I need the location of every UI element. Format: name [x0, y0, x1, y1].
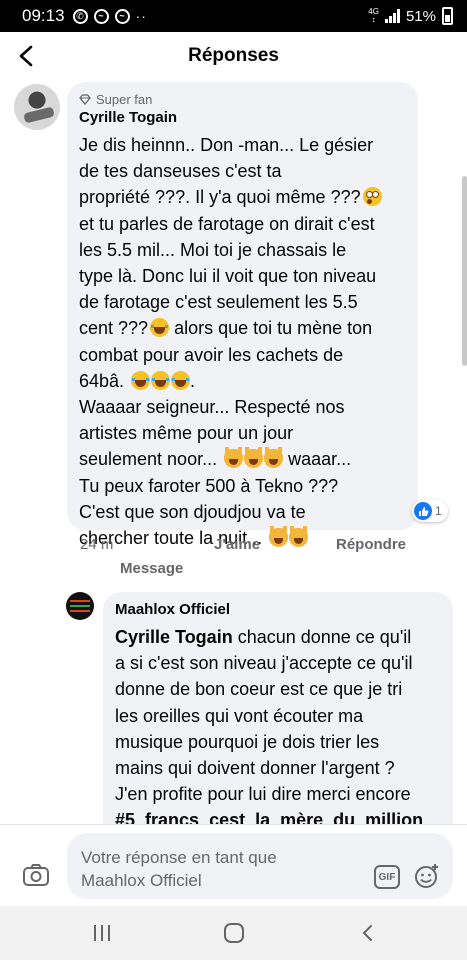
- comment-line: et tu parles de farotage on dirait c'est: [79, 213, 375, 234]
- recent-apps-button[interactable]: [94, 925, 114, 941]
- reply-line: les oreilles qui vont écouter ma: [115, 705, 364, 726]
- battery-percent: 51%: [405, 7, 436, 25]
- reply-button[interactable]: Répondre: [336, 536, 406, 553]
- avatar[interactable]: [14, 84, 60, 130]
- header: Réponses: [0, 32, 467, 80]
- avatar[interactable]: [66, 592, 94, 620]
- reply-composer: Votre réponse en tant que Maahlox Officie…: [0, 824, 467, 906]
- super-fan-badge: Super fan: [79, 90, 406, 108]
- comment-line: Tu peux faroter 500 à Tekno ???: [79, 475, 339, 496]
- comment-line: propriété ???. Il y'a quoi même ???: [79, 184, 406, 210]
- message-button[interactable]: Message: [120, 560, 183, 577]
- home-button[interactable]: [224, 923, 244, 943]
- reply-line: a si c'est son niveau j'accepte ce qu'il: [115, 653, 413, 674]
- more-dots-icon: ··: [135, 8, 147, 24]
- reply-line: J'en profite pour lui dire merci encore: [115, 784, 411, 805]
- messenger-icon: ~: [114, 8, 130, 24]
- reply-line: mains qui doivent donner l'argent ?: [115, 758, 395, 779]
- emoji-icon[interactable]: [414, 863, 440, 889]
- gif-button[interactable]: GIF: [374, 865, 400, 889]
- comment-line: cent ??? alors que toi tu mène ton: [79, 318, 373, 339]
- like-button[interactable]: J'aime: [214, 536, 260, 553]
- comment-line: de tes danseuses c'est ta: [79, 161, 282, 182]
- comment-time: 24 m: [80, 536, 114, 553]
- reply-line: Cyrille Togain chacun donne ce qu'il: [115, 627, 412, 647]
- comment-line: les 5.5 mil... Moi toi je chassais le: [79, 239, 347, 260]
- comment-text: Je dis heinnn.. Don -man... Le gésier de…: [79, 132, 406, 551]
- page-title: Réponses: [188, 45, 279, 66]
- comment-line: de farotage c'est seulement les 5.5: [79, 292, 358, 313]
- comment-line: C'est que son djoudjou va te: [79, 501, 306, 522]
- hashtag-link[interactable]: #5_francs_cest_la_mère_du_million: [115, 807, 441, 824]
- comment-line: type là. Donc lui il voit que ton niveau: [79, 266, 377, 287]
- reply-author[interactable]: Maahlox Officiel: [115, 601, 441, 621]
- notification-icons: ✆ ~ ~ ··: [72, 8, 147, 24]
- comment-author[interactable]: Cyrille Togain: [79, 109, 406, 129]
- cat-tears-of-joy-emoji-icon: [224, 447, 284, 469]
- network-type: 4G ↕: [368, 7, 379, 24]
- reaction-count: 1: [435, 504, 442, 518]
- comment-line: combat pour avoir les cachets de: [79, 344, 344, 365]
- diamond-icon: [79, 93, 91, 105]
- reply-input[interactable]: Votre réponse en tant que Maahlox Officie…: [67, 833, 453, 899]
- super-fan-label: Super fan: [96, 91, 153, 107]
- mention-link[interactable]: Cyrille Togain: [115, 627, 233, 647]
- comment-line: Je dis heinnn.. Don -man... Le gésier: [79, 135, 374, 155]
- signal-icon: [384, 9, 400, 23]
- reply-placeholder: Votre réponse en tant que Maahlox Officie…: [81, 848, 277, 890]
- back-nav-icon[interactable]: [358, 923, 378, 943]
- messenger-icon: ~: [93, 8, 109, 24]
- reaction-badge[interactable]: 1: [412, 500, 448, 522]
- reply-text: Cyrille Togain chacun donne ce qu'il a s…: [115, 624, 441, 824]
- whatsapp-icon: ✆: [72, 8, 88, 24]
- comment-line: seulement noor... waaar...: [79, 447, 352, 470]
- cat-tears-of-joy-emoji-icon: [269, 526, 309, 548]
- comment-bubble[interactable]: Super fan Cyrille Togain Je dis heinnn..…: [67, 82, 418, 548]
- camera-icon[interactable]: [22, 863, 50, 887]
- back-arrow-icon: [19, 45, 33, 67]
- back-button[interactable]: [12, 42, 40, 70]
- status-bar: 09:13 ✆ ~ ~ ·· 4G ↕ 51%: [0, 0, 467, 32]
- comment-line: Waaaar seigneur... Respecté nos: [79, 397, 345, 418]
- system-navigation-bar: [0, 906, 467, 960]
- tears-of-joy-emoji-icon: [131, 370, 191, 390]
- tears-of-joy-emoji-icon: [150, 318, 170, 338]
- reply-bubble[interactable]: Maahlox Officiel Cyrille Togain chacun d…: [103, 592, 453, 824]
- scrollbar[interactable]: [462, 176, 467, 366]
- like-reaction-icon: [414, 502, 432, 520]
- reply-line: donne de bon coeur est ce que je tri: [115, 679, 403, 700]
- status-right: 4G ↕ 51%: [368, 7, 453, 25]
- status-time: 09:13: [22, 6, 65, 25]
- rolling-eyes-emoji-icon: [362, 187, 382, 207]
- comment-line: 64bâ. .: [79, 370, 196, 391]
- reply-line: musique pourquoi je dois trier les: [115, 731, 380, 752]
- comment-line: artistes même pour un jour: [79, 423, 294, 444]
- battery-icon: [442, 7, 453, 25]
